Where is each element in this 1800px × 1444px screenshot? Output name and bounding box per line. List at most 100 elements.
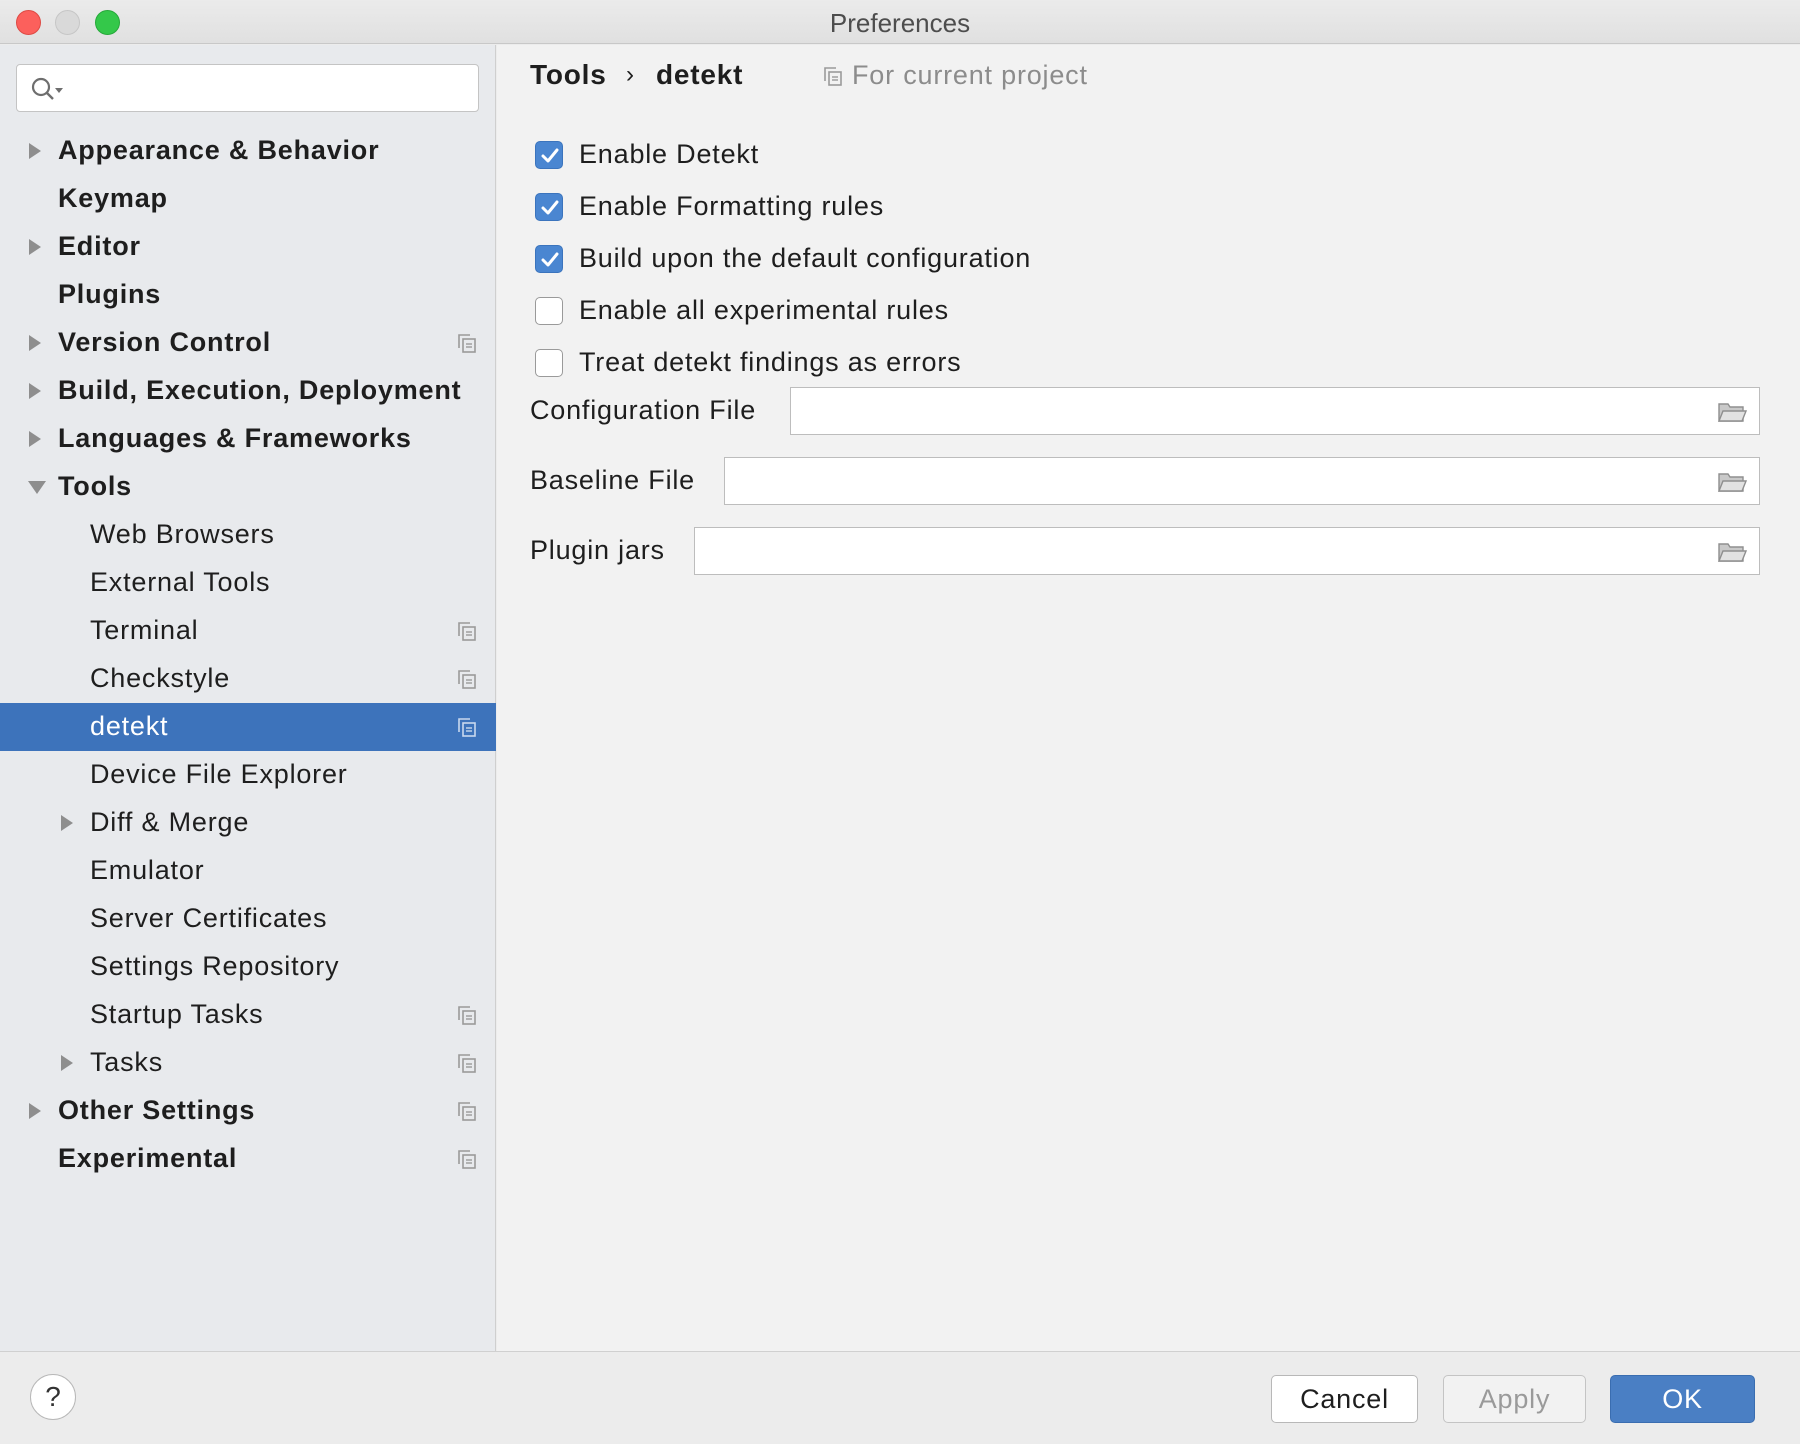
settings-search-box[interactable]: [16, 64, 479, 112]
checkbox-label: Treat detekt findings as errors: [579, 347, 962, 377]
project-level-icon: [458, 718, 476, 737]
sidebar-item-checkstyle[interactable]: Checkstyle: [0, 655, 496, 703]
expand-arrow-icon[interactable]: [59, 814, 75, 832]
enable-formatting-rules-checkbox[interactable]: [535, 193, 563, 221]
settings-sidebar: Appearance & Behavior Keymap Editor Plug…: [0, 45, 496, 1351]
project-level-icon: [458, 1150, 476, 1169]
plugin-jars-input[interactable]: [705, 536, 1699, 566]
checkbox-label: Build upon the default configuration: [579, 243, 1032, 273]
sidebar-item-label: Build, Execution, Deployment: [58, 375, 462, 405]
checkbox-label: Enable Formatting rules: [579, 191, 885, 221]
sidebar-item-server-certificates[interactable]: Server Certificates: [0, 895, 496, 943]
sidebar-item-label: Languages & Frameworks: [58, 423, 412, 453]
project-scope-icon: [824, 67, 842, 86]
project-level-icon: [458, 334, 476, 353]
baseline-file-input[interactable]: [735, 466, 1699, 496]
project-level-icon: [458, 670, 476, 689]
sidebar-item-label: Experimental: [58, 1143, 238, 1173]
checkmark-icon: [541, 200, 559, 215]
sidebar-item-device-file-explorer[interactable]: Device File Explorer: [0, 751, 496, 799]
sidebar-item-label: Checkstyle: [90, 663, 231, 693]
plugin-jars-label: Plugin jars: [530, 535, 665, 565]
search-icon: [31, 77, 63, 100]
expand-arrow-icon[interactable]: [27, 334, 43, 352]
expand-arrow-icon[interactable]: [27, 142, 43, 160]
window-title: Preferences: [829, 8, 971, 38]
project-level-icon: [458, 1006, 476, 1025]
sidebar-item-label: Terminal: [90, 615, 199, 645]
configuration-file-input[interactable]: [801, 396, 1699, 426]
sidebar-item-tools[interactable]: Tools: [0, 463, 496, 511]
sidebar-item-label: Server Certificates: [90, 903, 328, 933]
sidebar-item-terminal[interactable]: Terminal: [0, 607, 496, 655]
expand-arrow-icon[interactable]: [27, 238, 43, 256]
build-upon-default-config-checkbox[interactable]: [535, 245, 563, 273]
sidebar-item-label: Tasks: [90, 1047, 164, 1077]
checkmark-icon: [541, 252, 559, 267]
expand-arrow-icon[interactable]: [27, 430, 43, 448]
sidebar-item-build-execution-deployment[interactable]: Build, Execution, Deployment: [0, 367, 496, 415]
baseline-file-label: Baseline File: [530, 465, 695, 495]
breadcrumb-parent[interactable]: Tools: [530, 59, 607, 91]
sidebar-item-label: Startup Tasks: [90, 999, 264, 1029]
sidebar-item-settings-repository[interactable]: Settings Repository: [0, 943, 496, 991]
settings-search-input[interactable]: [73, 73, 468, 103]
sidebar-item-emulator[interactable]: Emulator: [0, 847, 496, 895]
help-button[interactable]: ?: [30, 1374, 76, 1420]
sidebar-item-languages-frameworks[interactable]: Languages & Frameworks: [0, 415, 496, 463]
sidebar-item-label: Plugins: [58, 279, 162, 309]
expand-arrow-icon[interactable]: [27, 1102, 43, 1120]
collapse-arrow-icon[interactable]: [27, 478, 47, 496]
enable-experimental-rules-checkbox[interactable]: [535, 297, 563, 325]
sidebar-item-label: Emulator: [90, 855, 205, 885]
checkmark-icon: [541, 148, 559, 163]
sidebar-item-detekt[interactable]: detekt: [0, 703, 496, 751]
configuration-file-label: Configuration File: [530, 395, 757, 425]
sidebar-item-label: Web Browsers: [90, 519, 275, 549]
sidebar-item-keymap[interactable]: Keymap: [0, 175, 496, 223]
checkbox-label: Enable all experimental rules: [579, 295, 949, 325]
folder-icon[interactable]: [1717, 470, 1747, 494]
ok-button[interactable]: OK: [1610, 1375, 1755, 1423]
sidebar-item-version-control[interactable]: Version Control: [0, 319, 496, 367]
sidebar-item-label: Tools: [58, 471, 132, 501]
sidebar-item-label: Other Settings: [58, 1095, 256, 1125]
sidebar-item-appearance-behavior[interactable]: Appearance & Behavior: [0, 127, 496, 175]
sidebar-item-other-settings[interactable]: Other Settings: [0, 1087, 496, 1135]
breadcrumb-current: detekt: [656, 59, 744, 90]
sidebar-item-web-browsers[interactable]: Web Browsers: [0, 511, 496, 559]
sidebar-item-plugins[interactable]: Plugins: [0, 271, 496, 319]
sidebar-item-experimental[interactable]: Experimental: [0, 1135, 496, 1183]
configuration-file-field[interactable]: [790, 387, 1760, 435]
expand-arrow-icon[interactable]: [59, 1054, 75, 1072]
enable-detekt-checkbox[interactable]: [535, 141, 563, 169]
project-level-icon: [458, 1054, 476, 1073]
baseline-file-field[interactable]: [724, 457, 1760, 505]
sidebar-item-editor[interactable]: Editor: [0, 223, 496, 271]
checkbox-label: Enable Detekt: [579, 139, 760, 169]
sidebar-item-diff-merge[interactable]: Diff & Merge: [0, 799, 496, 847]
project-level-icon: [458, 622, 476, 641]
cancel-button[interactable]: Cancel: [1271, 1375, 1418, 1423]
expand-arrow-icon[interactable]: [27, 382, 43, 400]
treat-findings-as-errors-checkbox[interactable]: [535, 349, 563, 377]
sidebar-item-label: Diff & Merge: [90, 807, 250, 837]
plugin-jars-field[interactable]: [694, 527, 1760, 575]
folder-icon[interactable]: [1717, 400, 1747, 424]
folder-icon[interactable]: [1717, 540, 1747, 564]
dialog-footer: ? Cancel Apply OK: [0, 1351, 1800, 1444]
sidebar-item-label: detekt: [90, 711, 169, 741]
settings-content-pane: Tools › detekt For current project Enabl…: [497, 45, 1800, 1351]
sidebar-item-tasks[interactable]: Tasks: [0, 1039, 496, 1087]
title-bar: Preferences: [0, 0, 1800, 44]
sidebar-item-label: Keymap: [58, 183, 168, 213]
sidebar-item-label: Version Control: [58, 327, 272, 357]
apply-button[interactable]: Apply: [1443, 1375, 1586, 1423]
sidebar-item-startup-tasks[interactable]: Startup Tasks: [0, 991, 496, 1039]
scope-label: For current project: [852, 60, 1088, 90]
sidebar-item-external-tools[interactable]: External Tools: [0, 559, 496, 607]
project-level-icon: [458, 1102, 476, 1121]
sidebar-item-label: External Tools: [90, 567, 271, 597]
breadcrumb-separator: ›: [626, 61, 634, 88]
sidebar-item-label: Editor: [58, 231, 141, 261]
